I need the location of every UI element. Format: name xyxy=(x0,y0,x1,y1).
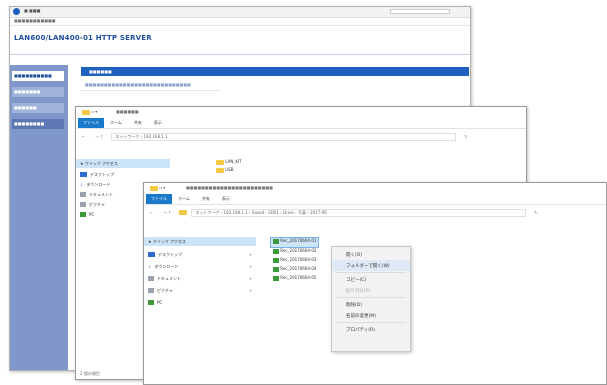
folder-icon xyxy=(150,185,158,191)
download-icon: ↓ xyxy=(148,263,152,269)
nav-item-pc[interactable]: PC xyxy=(144,298,256,307)
explorer2-quick-icons: ▫ ▾ xyxy=(150,185,165,191)
content-underline xyxy=(81,90,221,91)
forward-arrow-icon[interactable]: → ↑ xyxy=(163,210,171,216)
file-item[interactable]: LAN_KIT xyxy=(216,159,242,167)
video-file-icon xyxy=(273,257,279,263)
explorer1-navbar: ← → ↑ ネットワーク › 192.168.1.1 ↻ xyxy=(76,131,526,142)
nav-item-desktop[interactable]: デスクトップ xyxy=(144,250,256,259)
page-title: LAN600/LAN400-01 HTTP SERVER xyxy=(14,34,152,42)
browser-address-bar[interactable]: ■■■■■■■■■■■ xyxy=(10,18,470,26)
desktop-icon xyxy=(80,172,87,177)
back-arrow-icon[interactable]: ← xyxy=(82,134,85,140)
explorer1-file-list: LAN_KIT USB xyxy=(216,159,242,175)
folder-icon xyxy=(82,109,90,115)
browser-tab[interactable]: ■ ■■■ xyxy=(24,8,40,14)
explorer2-address-bar[interactable]: ネットワーク › 192.168.1.1 › Saved › SD01 › Dr… xyxy=(191,208,527,217)
explorer1-address-bar[interactable]: ネットワーク › 192.168.1.1 xyxy=(111,132,457,141)
ribbon-tab-view[interactable]: 表示 xyxy=(148,120,168,126)
menu-item-open-folder[interactable]: フォルダーで開く(W) xyxy=(332,260,410,271)
side-item[interactable]: ■■■■■■■ xyxy=(12,87,64,97)
explorer1-quick-icons: ▫ ▾ xyxy=(82,109,97,115)
menu-separator xyxy=(336,272,406,273)
explorer2-file-list: Rec_20170604-01 Rec_20170604-02 Rec_2017… xyxy=(270,237,320,284)
explorer1-status: 2 個の項目 xyxy=(80,371,100,376)
video-file-icon xyxy=(273,248,279,254)
explorer2-navbar: ← → ↑ ネットワーク › 192.168.1.1 › Saved › SD0… xyxy=(144,206,606,219)
forward-arrow-icon[interactable]: → ↑ xyxy=(95,134,103,140)
explorer2-ribbon: ファイル ホーム 共有 表示 xyxy=(144,194,606,205)
ribbon-tab-home[interactable]: ホーム xyxy=(104,120,128,126)
video-file-icon xyxy=(273,275,279,281)
browser-tab-strip: ■ ■■■ xyxy=(10,7,470,18)
download-icon: ↓ xyxy=(80,181,84,187)
ribbon-tab-file[interactable]: ファイル xyxy=(78,118,104,128)
menu-separator xyxy=(336,297,406,298)
context-menu: 開く(O) フォルダーで開く(W) コピー(C) 貼り付け(P) 削除(D) 名… xyxy=(331,246,411,352)
ribbon-tab-view[interactable]: 表示 xyxy=(216,196,236,202)
refresh-icon[interactable]: ↻ xyxy=(534,210,537,216)
pin-column: ✦ ✦ ✦ ✦ xyxy=(249,252,253,293)
explorer1-title: ■■■■■■ xyxy=(116,109,139,114)
explorer1-ribbon: ファイル ホーム 共有 表示 xyxy=(76,118,526,129)
nav-item-documents[interactable]: ドキュメント xyxy=(144,274,256,283)
file-item[interactable]: Rec_20170604-05 xyxy=(270,275,319,284)
side-item[interactable]: ■■■■■■■■ xyxy=(12,119,64,129)
menu-separator xyxy=(336,322,406,323)
pictures-icon xyxy=(148,288,154,293)
side-item[interactable]: ■■■■■■ xyxy=(12,103,64,113)
pc-icon xyxy=(148,300,154,305)
nav-item-downloads[interactable]: ↓ ダウンロード xyxy=(144,262,256,271)
content-header-bar: ■■■■■■ xyxy=(81,67,469,76)
ribbon-tab-file[interactable]: ファイル xyxy=(146,194,172,204)
file-item[interactable]: Rec_20170604-01 xyxy=(270,237,320,248)
file-item[interactable]: USB xyxy=(216,167,242,175)
file-item[interactable]: Rec_20170604-04 xyxy=(270,266,319,275)
explorer2-titlebar: ▫ ▾ ■■■■■■■■■■■■■■■■■■■■■■■ xyxy=(144,183,606,194)
folder-icon xyxy=(216,167,224,173)
menu-item-rename[interactable]: 名前の変更(M) xyxy=(332,310,410,321)
desktop-icon xyxy=(148,252,155,257)
explorer1-titlebar: ▫ ▾ ■■■■■■ xyxy=(76,107,526,118)
quick-access-item[interactable]: ★ クイック アクセス xyxy=(76,159,170,168)
menu-item-delete[interactable]: 削除(D) xyxy=(332,299,410,310)
video-file-icon xyxy=(273,266,279,272)
nav-item-desktop[interactable]: デスクトップ xyxy=(76,170,156,179)
explorer-window-2: ▫ ▾ ■■■■■■■■■■■■■■■■■■■■■■■ ファイル ホーム 共有 … xyxy=(143,182,607,385)
menu-item-paste[interactable]: 貼り付け(P) xyxy=(332,285,410,296)
menu-item-copy[interactable]: コピー(C) xyxy=(332,274,410,285)
document-icon xyxy=(148,276,154,281)
ribbon-tab-home[interactable]: ホーム xyxy=(172,196,196,202)
side-item[interactable]: ■■■■■■■■■■ xyxy=(12,71,64,81)
refresh-icon[interactable]: ↻ xyxy=(464,134,467,140)
explorer2-nav-pane: ★ クイック アクセス デスクトップ ↓ ダウンロード ドキュメント ピクチャ … xyxy=(144,225,256,375)
video-file-icon xyxy=(273,238,279,244)
browser-logo-icon xyxy=(13,8,20,15)
file-item[interactable]: Rec_20170604-02 xyxy=(270,248,319,257)
browser-address-field[interactable] xyxy=(390,9,450,14)
folder-icon xyxy=(216,159,224,165)
ribbon-tab-share[interactable]: 共有 xyxy=(128,120,148,126)
pictures-icon xyxy=(80,202,86,207)
quick-access-item[interactable]: ★ クイック アクセス xyxy=(144,237,256,246)
menu-item-open[interactable]: 開く(O) xyxy=(332,249,410,260)
browser-url: ■■■■■■■■■■■ xyxy=(14,18,56,23)
menu-item-properties[interactable]: プロパティ(R) xyxy=(332,324,410,335)
back-arrow-icon[interactable]: ← xyxy=(150,210,153,216)
file-item[interactable]: Rec_20170604-03 xyxy=(270,257,319,266)
browser-side-panel: ■■■■■■■■■■ ■■■■■■■ ■■■■■■ ■■■■■■■■ xyxy=(10,65,68,370)
ribbon-tab-share[interactable]: 共有 xyxy=(196,196,216,202)
nav-item-pictures[interactable]: ピクチャ xyxy=(144,286,256,295)
pc-icon xyxy=(80,212,86,217)
title-divider xyxy=(10,54,470,55)
explorer2-title: ■■■■■■■■■■■■■■■■■■■■■■■ xyxy=(186,185,273,190)
folder-icon xyxy=(179,210,188,215)
document-icon xyxy=(80,192,86,197)
content-text: ■■■■■■■■■■■■■■■■■■■■■■■■■■■■ xyxy=(85,82,191,87)
